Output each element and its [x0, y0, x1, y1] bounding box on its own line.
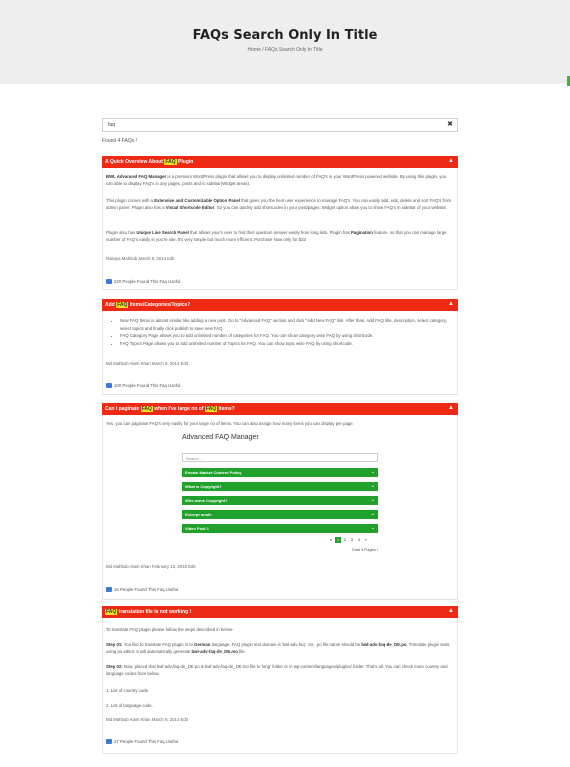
thumbs-up-icon[interactable]: [106, 587, 112, 593]
breadcrumb-home-link[interactable]: Home: [247, 47, 260, 53]
embed-title: Advanced FAQ Manager: [182, 434, 259, 441]
thumbs-up-icon[interactable]: [106, 383, 112, 389]
faq-3-useful-text: 16 People Found This Faq Useful.: [114, 587, 180, 592]
embed-faq-item: Who owns Copyright? ⌄: [182, 496, 378, 505]
collapse-icon[interactable]: ▲: [448, 158, 454, 164]
country-code-link[interactable]: 1. List of country code.: [106, 687, 454, 694]
faq-4-meta: Md Mahbub Alam Khan March 9, 2014 Edit: [106, 717, 188, 722]
collapse-icon[interactable]: ▲: [448, 301, 454, 307]
chevron-down-icon: ⌄: [370, 511, 375, 517]
faq-2-meta: Md Mahbub Alam Khan March 9, 2014 Edit: [106, 361, 188, 366]
faq-3-title-mid: when I've large no of: [152, 406, 205, 412]
search-query[interactable]: faq: [108, 122, 115, 128]
embed-search: Search...: [182, 453, 378, 462]
embed-faq-item: What is Copyright? ⌄: [182, 482, 378, 491]
collapse-icon[interactable]: ▲: [448, 608, 454, 614]
faq-manager-screenshot: Advanced FAQ Manager Search... Envato Ma…: [180, 433, 380, 555]
search-highlight: FAQ: [116, 302, 129, 308]
faq-2-useful-text: 100 People Found This Faq Useful.: [114, 383, 182, 388]
search-highlight: FAQ: [204, 406, 218, 412]
faq-3-meta: Md Mahbub Alam Khan February 13, 2015 Ed…: [106, 564, 196, 569]
faq-3-para-1: Yes, you can paginate FAQ's very easily …: [106, 421, 354, 426]
faq-1-useful-text: 220 People Found This Faq Useful.: [114, 279, 182, 284]
faq-4-step-1: Step 01: You like to translate FAQ plugi…: [106, 642, 450, 654]
faq-3-title-pre: Can I paginate: [105, 406, 141, 412]
search-highlight: FAQ: [105, 609, 118, 615]
search-highlight: FAQ: [140, 406, 153, 412]
clear-search-icon[interactable]: ✖: [447, 120, 453, 128]
chevron-down-icon: ⌄: [370, 483, 375, 489]
faq-4-useful-text: 27 People Found This Faq Useful.: [114, 739, 180, 744]
breadcrumb-current: FAQs Search Only In Title: [264, 47, 323, 53]
list-item: FAQ Topics Page allows you to add unlimi…: [120, 340, 454, 348]
list-item: New FAQ Items is almost similar like add…: [120, 317, 454, 332]
page-hero: FAQs Search Only In Title Home / FAQs Se…: [0, 0, 570, 84]
faq-3-useful[interactable]: 16 People Found This Faq Useful.: [106, 587, 180, 593]
thumbs-up-icon[interactable]: [106, 279, 112, 285]
breadcrumb: Home / FAQs Search Only In Title: [0, 47, 570, 53]
embed-pagination: «1 2 3 4»: [329, 537, 368, 543]
faq-1-title-post: Plugin: [176, 159, 194, 165]
faq-question-2[interactable]: Add FAQ Items/Categories/Topics? ▲: [102, 299, 458, 311]
faq-question-3[interactable]: Can I paginate FAQ when I've large no of…: [102, 403, 458, 415]
faq-4-title-post: translation file is not working !: [117, 609, 192, 615]
embed-faq-item: Video Post 1 ⌄: [182, 524, 378, 533]
faq-1-para-1: BWL Advanced FAQ Manager is a premium Wo…: [106, 174, 447, 186]
faq-3-title-post: items?: [217, 406, 235, 412]
faq-4-useful[interactable]: 27 People Found This Faq Useful.: [106, 739, 180, 745]
breadcrumb-separator: /: [262, 47, 264, 53]
list-item: FAQ Category Page allows you to add unli…: [120, 332, 454, 340]
faq-2-title-post: Items/Categories/Topics?: [128, 302, 191, 308]
faq-search-input[interactable]: faq ✖: [102, 118, 458, 132]
thumbs-up-icon[interactable]: [106, 739, 112, 745]
page-title: FAQs Search Only In Title: [192, 28, 378, 43]
embed-total: Total 4 Pages !: [351, 547, 378, 552]
chevron-down-icon: ⌄: [370, 469, 375, 475]
search-highlight: FAQ: [164, 159, 177, 165]
faq-4-para-1: To translate FAQ plugin please follow th…: [106, 627, 234, 632]
faq-2-list: New FAQ Items is almost similar like add…: [114, 317, 454, 347]
faq-1-title-pre: A Quick Overview About: [105, 159, 165, 165]
faq-question-4[interactable]: FAQ translation file is not working ! ▲: [102, 606, 458, 618]
collapse-icon[interactable]: ▲: [448, 405, 454, 411]
faq-1-para-3: Plugin also has Unique Live Search Panel…: [106, 230, 447, 242]
faq-1-useful[interactable]: 220 People Found This Faq Useful.: [106, 279, 182, 285]
embed-faq-item: Envato Market Content Policy ⌄: [182, 468, 378, 477]
faq-2-title-pre: Add: [105, 302, 117, 308]
chevron-down-icon: ⌄: [370, 525, 375, 531]
language-code-link[interactable]: 2. List of language code.: [106, 702, 454, 709]
faq-question-1[interactable]: A Quick Overview About FAQ Plugin ▲: [102, 156, 458, 168]
found-count: Found 4 FAQs !: [102, 138, 138, 144]
chevron-down-icon: ⌄: [370, 497, 375, 503]
embed-faq-item: Excerpt mode ⌄: [182, 510, 378, 519]
faq-2-useful[interactable]: 100 People Found This Faq Useful.: [106, 383, 182, 389]
faq-1-para-2: This plugin comes with a Extensive and C…: [106, 198, 452, 210]
faq-4-step-2: Step 02: Now, placed that bwl-adv-faq-de…: [106, 664, 448, 676]
faq-1-meta: Rakaya Mahbub March 9, 2014 Edit: [106, 256, 175, 261]
faq-answer-4: [102, 618, 458, 754]
